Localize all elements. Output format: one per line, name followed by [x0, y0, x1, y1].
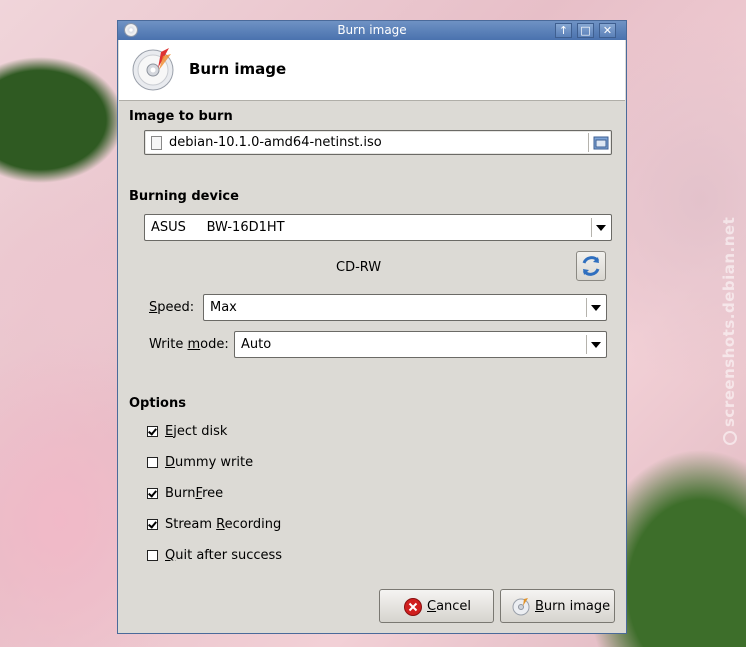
- burning-device-heading: Burning device: [129, 189, 239, 204]
- watermark: screenshots.debian.net: [720, 217, 738, 445]
- eject-disk-checkbox[interactable]: [147, 426, 158, 437]
- dialog-header: Burn image: [119, 40, 625, 101]
- quit-after-success-checkbox[interactable]: [147, 550, 158, 561]
- burnfree-label[interactable]: BurnFree: [165, 486, 223, 501]
- burn-disc-icon: [512, 598, 530, 616]
- chevron-down-icon[interactable]: [591, 305, 601, 311]
- burn-image-button[interactable]: Burn image: [500, 589, 615, 623]
- window-title: Burn image: [337, 23, 407, 37]
- speed-value: Max: [210, 300, 237, 315]
- cancel-icon: [404, 598, 422, 616]
- quit-after-success-label[interactable]: Quit after success: [165, 548, 282, 563]
- cancel-button[interactable]: Cancel: [379, 589, 494, 623]
- media-type-label: CD-RW: [336, 260, 382, 275]
- chevron-down-icon[interactable]: [596, 225, 606, 231]
- title-bar[interactable]: Burn image ↑ □ ✕: [118, 21, 626, 40]
- cd-burn-icon: [132, 48, 174, 91]
- image-to-burn-heading: Image to burn: [129, 109, 233, 124]
- stream-recording-label[interactable]: Stream Recording: [165, 517, 281, 532]
- chooser-separator: [588, 133, 589, 152]
- device-select[interactable]: ASUS BW-16D1HT: [144, 214, 612, 241]
- up-arrow-icon[interactable]: ↑: [555, 23, 572, 38]
- refresh-button[interactable]: [576, 251, 606, 281]
- disc-app-icon[interactable]: [124, 23, 138, 37]
- header-title: Burn image: [189, 60, 287, 78]
- burn-image-dialog: Burn image ↑ □ ✕ Burn image Image to bur…: [117, 20, 627, 634]
- close-icon[interactable]: ✕: [599, 23, 616, 38]
- eject-disk-label[interactable]: Eject disk: [165, 424, 227, 439]
- image-file-chooser[interactable]: debian-10.1.0-amd64-netinst.iso: [144, 130, 612, 155]
- folder-open-icon[interactable]: [593, 134, 609, 151]
- combo-separator: [591, 218, 592, 237]
- options-heading: Options: [129, 396, 186, 411]
- burn-image-label: Burn image: [535, 599, 611, 614]
- dummy-write-checkbox[interactable]: [147, 457, 158, 468]
- combo-separator: [586, 335, 587, 354]
- dummy-write-label[interactable]: Dummy write: [165, 455, 253, 470]
- combo-separator: [586, 298, 587, 317]
- watermark-circle-icon: [722, 431, 737, 445]
- write-mode-label: Write mode:: [149, 337, 229, 352]
- chevron-down-icon[interactable]: [591, 342, 601, 348]
- speed-select[interactable]: Max: [203, 294, 607, 321]
- stream-recording-checkbox[interactable]: [147, 519, 158, 530]
- image-file-name: debian-10.1.0-amd64-netinst.iso: [169, 135, 382, 150]
- device-value: ASUS BW-16D1HT: [151, 220, 285, 235]
- refresh-icon: [582, 256, 600, 276]
- write-mode-value: Auto: [241, 337, 272, 352]
- document-icon: [151, 136, 162, 150]
- maximize-icon[interactable]: □: [577, 23, 594, 38]
- burnfree-checkbox[interactable]: [147, 488, 158, 499]
- cancel-label: Cancel: [427, 599, 472, 614]
- speed-label: Speed:: [149, 300, 195, 315]
- write-mode-select[interactable]: Auto: [234, 331, 607, 358]
